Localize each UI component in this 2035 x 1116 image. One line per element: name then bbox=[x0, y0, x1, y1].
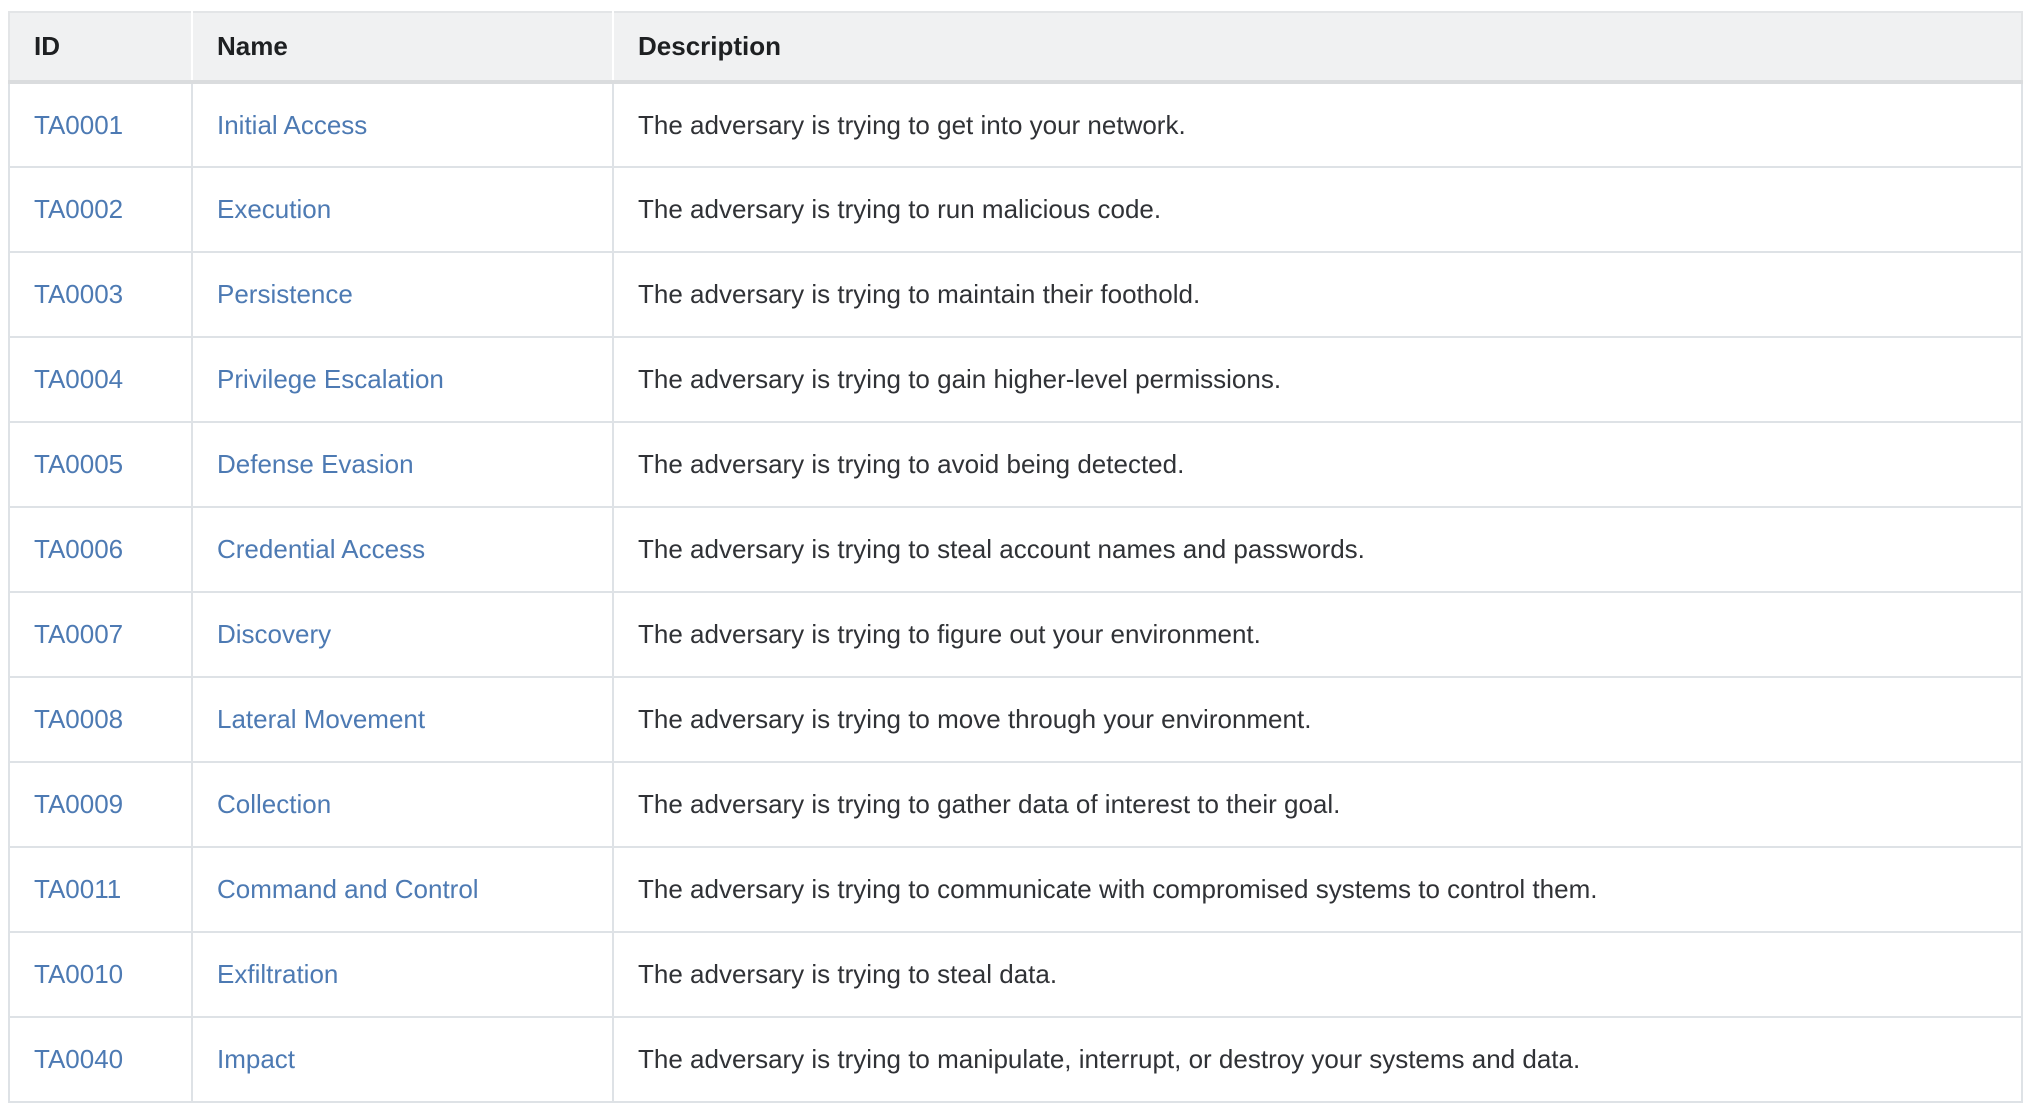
table-header: ID Name Description bbox=[9, 12, 2022, 82]
cell-tactic-name: Impact bbox=[192, 1017, 613, 1102]
tactic-name-link[interactable]: Exfiltration bbox=[217, 959, 338, 989]
cell-tactic-id: TA0006 bbox=[9, 507, 192, 592]
cell-tactic-name: Discovery bbox=[192, 592, 613, 677]
cell-tactic-id: TA0003 bbox=[9, 252, 192, 337]
tactic-id-link[interactable]: TA0040 bbox=[34, 1044, 123, 1074]
tactic-name-link[interactable]: Execution bbox=[217, 194, 331, 224]
cell-tactic-description: The adversary is trying to figure out yo… bbox=[613, 592, 2022, 677]
table-row: TA0011 Command and Control The adversary i… bbox=[9, 847, 2022, 932]
table-row: TA0001 Initial Access The adversary is try… bbox=[9, 82, 2022, 167]
cell-tactic-name: Lateral Movement bbox=[192, 677, 613, 762]
cell-tactic-name: Command and Control bbox=[192, 847, 613, 932]
cell-tactic-name: Privilege Escalation bbox=[192, 337, 613, 422]
table-row: TA0002 Execution The adversary is trying t… bbox=[9, 167, 2022, 252]
tactic-id-link[interactable]: TA0010 bbox=[34, 959, 123, 989]
cell-tactic-name: Collection bbox=[192, 762, 613, 847]
tactic-name-link[interactable]: Lateral Movement bbox=[217, 704, 425, 734]
tactic-id-link[interactable]: TA0009 bbox=[34, 789, 123, 819]
tactic-name-link[interactable]: Persistence bbox=[217, 279, 353, 309]
tactic-name-link[interactable]: Credential Access bbox=[217, 534, 425, 564]
page: ID Name Description TA0001 Initial Access… bbox=[0, 0, 2035, 1116]
cell-tactic-name: Exfiltration bbox=[192, 932, 613, 1017]
tactic-id-link[interactable]: TA0003 bbox=[34, 279, 123, 309]
column-header-description: Description bbox=[613, 12, 2022, 82]
tactic-name-link[interactable]: Privilege Escalation bbox=[217, 364, 444, 394]
cell-tactic-description: The adversary is trying to steal data. bbox=[613, 932, 2022, 1017]
tactic-name-link[interactable]: Defense Evasion bbox=[217, 449, 414, 479]
cell-tactic-description: The adversary is trying to run malicious… bbox=[613, 167, 2022, 252]
cell-tactic-name: Defense Evasion bbox=[192, 422, 613, 507]
column-header-id: ID bbox=[9, 12, 192, 82]
cell-tactic-id: TA0005 bbox=[9, 422, 192, 507]
tactic-name-link[interactable]: Initial Access bbox=[217, 110, 367, 140]
tactic-id-link[interactable]: TA0002 bbox=[34, 194, 123, 224]
tactic-name-link[interactable]: Impact bbox=[217, 1044, 295, 1074]
cell-tactic-name: Execution bbox=[192, 167, 613, 252]
cell-tactic-id: TA0007 bbox=[9, 592, 192, 677]
table-row: TA0008 Lateral Movement The adversary is t… bbox=[9, 677, 2022, 762]
table-row: TA0007 Discovery The adversary is trying t… bbox=[9, 592, 2022, 677]
cell-tactic-name: Credential Access bbox=[192, 507, 613, 592]
tactics-table-container: ID Name Description TA0001 Initial Access… bbox=[0, 0, 2035, 1103]
tactic-name-link[interactable]: Collection bbox=[217, 789, 331, 819]
cell-tactic-description: The adversary is trying to steal account… bbox=[613, 507, 2022, 592]
cell-tactic-id: TA0004 bbox=[9, 337, 192, 422]
tactic-id-link[interactable]: TA0004 bbox=[34, 364, 123, 394]
cell-tactic-description: The adversary is trying to avoid being d… bbox=[613, 422, 2022, 507]
tactic-name-link[interactable]: Command and Control bbox=[217, 874, 479, 904]
table-row: TA0006 Credential Access The adversary is … bbox=[9, 507, 2022, 592]
table-row: TA0009 Collection The adversary is trying … bbox=[9, 762, 2022, 847]
cell-tactic-id: TA0010 bbox=[9, 932, 192, 1017]
tactic-id-link[interactable]: TA0006 bbox=[34, 534, 123, 564]
cell-tactic-id: TA0001 bbox=[9, 82, 192, 167]
cell-tactic-description: The adversary is trying to move through … bbox=[613, 677, 2022, 762]
cell-tactic-id: TA0011 bbox=[9, 847, 192, 932]
tactic-id-link[interactable]: TA0001 bbox=[34, 110, 123, 140]
cell-tactic-name: Persistence bbox=[192, 252, 613, 337]
table-row: TA0004 Privilege Escalation The adversary … bbox=[9, 337, 2022, 422]
cell-tactic-name: Initial Access bbox=[192, 82, 613, 167]
table-body: TA0001 Initial Access The adversary is try… bbox=[9, 82, 2022, 1102]
tactic-id-link[interactable]: TA0007 bbox=[34, 619, 123, 649]
cell-tactic-description: The adversary is trying to gather data o… bbox=[613, 762, 2022, 847]
cell-tactic-id: TA0040 bbox=[9, 1017, 192, 1102]
cell-tactic-description: The adversary is trying to get into your… bbox=[613, 82, 2022, 167]
column-header-name: Name bbox=[192, 12, 613, 82]
cell-tactic-id: TA0009 bbox=[9, 762, 192, 847]
cell-tactic-description: The adversary is trying to communicate w… bbox=[613, 847, 2022, 932]
table-row: TA0005 Defense Evasion The adversary is tr… bbox=[9, 422, 2022, 507]
tactic-id-link[interactable]: TA0008 bbox=[34, 704, 123, 734]
table-row: TA0040 Impact The adversary is trying to m… bbox=[9, 1017, 2022, 1102]
table-row: TA0003 Persistence The adversary is trying… bbox=[9, 252, 2022, 337]
table-row: TA0010 Exfiltration The adversary is tryin… bbox=[9, 932, 2022, 1017]
cell-tactic-id: TA0008 bbox=[9, 677, 192, 762]
cell-tactic-description: The adversary is trying to gain higher-l… bbox=[613, 337, 2022, 422]
header-row: ID Name Description bbox=[9, 12, 2022, 82]
tactic-id-link[interactable]: TA0011 bbox=[34, 874, 121, 904]
cell-tactic-description: The adversary is trying to maintain thei… bbox=[613, 252, 2022, 337]
tactics-table: ID Name Description TA0001 Initial Access… bbox=[8, 11, 2023, 1103]
cell-tactic-description: The adversary is trying to manipulate, i… bbox=[613, 1017, 2022, 1102]
cell-tactic-id: TA0002 bbox=[9, 167, 192, 252]
tactic-id-link[interactable]: TA0005 bbox=[34, 449, 123, 479]
tactic-name-link[interactable]: Discovery bbox=[217, 619, 331, 649]
